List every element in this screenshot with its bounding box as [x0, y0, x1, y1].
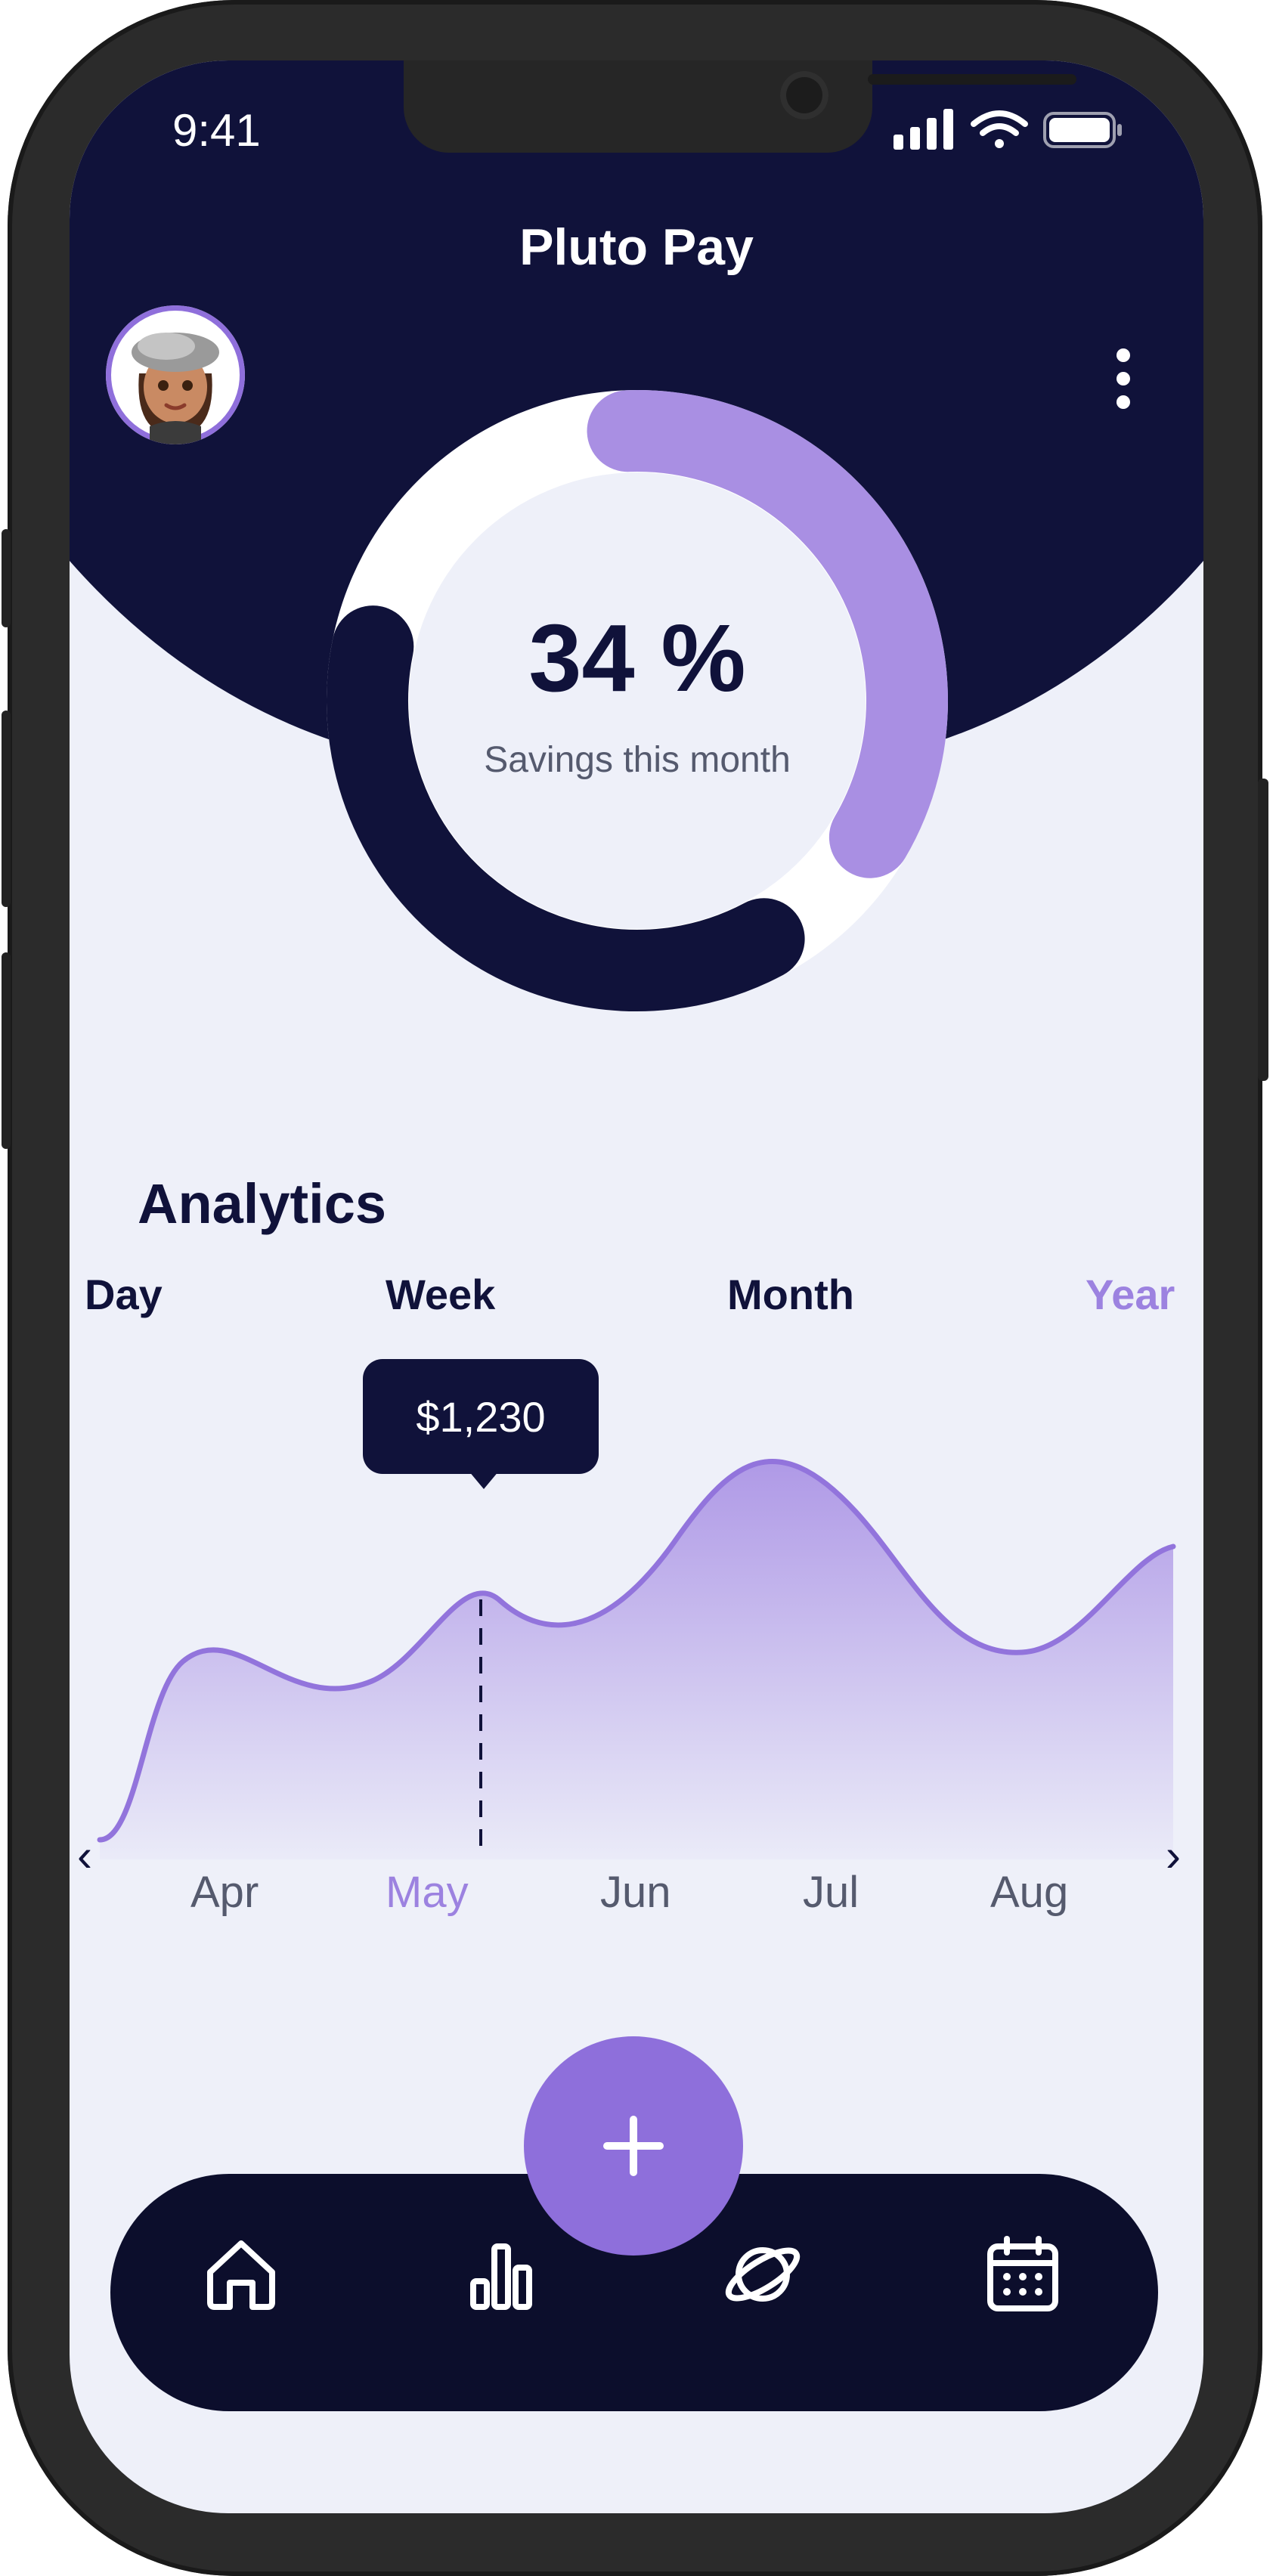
- nav-home-button[interactable]: [200, 2233, 283, 2316]
- status-icons: [894, 107, 1128, 156]
- analytics-area-chart: [97, 1458, 1176, 1859]
- month-label-jul[interactable]: Jul: [803, 1867, 859, 1918]
- savings-label: Savings this month: [484, 740, 791, 780]
- range-tab-month[interactable]: Month: [727, 1270, 854, 1319]
- analytics-title: Analytics: [138, 1172, 387, 1235]
- add-button[interactable]: [524, 2036, 743, 2256]
- range-tab-year[interactable]: Year: [1086, 1270, 1175, 1319]
- month-label-apr[interactable]: Apr: [190, 1867, 259, 1918]
- app-title: Pluto Pay: [519, 218, 754, 276]
- front-camera: [780, 71, 828, 119]
- calendar-icon: [987, 2236, 1058, 2311]
- volume-down-button: [2, 952, 11, 1149]
- chart-tooltip: $1,230: [363, 1359, 599, 1474]
- month-label-aug[interactable]: Aug: [990, 1867, 1068, 1918]
- avatar[interactable]: [106, 305, 245, 444]
- range-tab-day[interactable]: Day: [85, 1270, 163, 1319]
- month-label-jun[interactable]: Jun: [600, 1867, 671, 1918]
- plus-icon: [603, 2116, 664, 2176]
- wifi-icon: [971, 110, 1028, 148]
- month-label-may[interactable]: May: [386, 1867, 469, 1918]
- range-tab-week[interactable]: Week: [386, 1270, 495, 1319]
- chevron-left-icon[interactable]: ‹: [77, 1829, 92, 1881]
- notch: [404, 60, 1076, 153]
- more-vertical-icon: [1116, 348, 1130, 409]
- power-button: [1258, 779, 1268, 1081]
- status-time: 9:41: [172, 105, 261, 156]
- savings-percent: 34 %: [528, 605, 746, 711]
- app-screen: 9:41 Pluto Pay 34 % Savings this month A…: [70, 60, 1203, 2513]
- tooltip-value: $1,230: [416, 1392, 546, 1441]
- chart-area-fill: [100, 1461, 1173, 1859]
- speaker-grille: [868, 74, 1076, 85]
- nav-calendar-button[interactable]: [981, 2233, 1064, 2316]
- tooltip-pointer: [469, 1471, 499, 1489]
- mute-switch: [2, 529, 11, 627]
- battery-icon: [1043, 112, 1122, 148]
- avatar-memoji-image: [115, 314, 236, 444]
- home-icon: [207, 2240, 275, 2310]
- more-menu-button[interactable]: [1108, 345, 1138, 413]
- volume-up-button: [2, 711, 11, 907]
- cellular-signal-icon: [894, 109, 953, 150]
- chevron-right-icon[interactable]: ›: [1166, 1829, 1181, 1881]
